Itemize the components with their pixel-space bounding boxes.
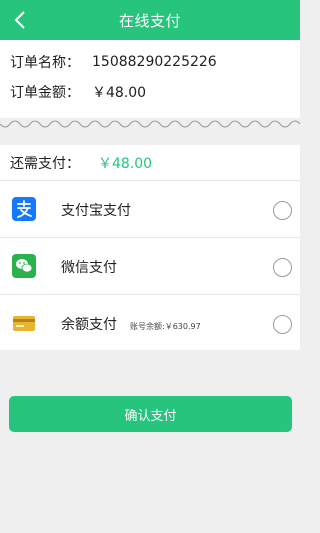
order-name-row: 订单名称： 15088290225226 bbox=[10, 52, 217, 72]
payment-method-label: 微信支付 bbox=[61, 259, 117, 276]
page-title: 在线支付 bbox=[118, 11, 181, 30]
balance-card-icon bbox=[13, 316, 35, 331]
account-balance-text: 账号余额:￥630.97 bbox=[130, 322, 201, 331]
payment-method-balance[interactable]: 余额支付 账号余额:￥630.97 bbox=[0, 296, 300, 352]
radio-wechat[interactable] bbox=[273, 258, 292, 277]
payment-method-alipay[interactable]: 支付宝支付 bbox=[0, 182, 300, 238]
order-info: 订单名称： 15088290225226 订单金额： ￥48.00 bbox=[0, 40, 300, 118]
remaining-value: ￥48.00 bbox=[98, 155, 153, 172]
order-amount-row: 订单金额： ￥48.00 bbox=[10, 82, 146, 102]
payment-method-label: 支付宝支付 bbox=[61, 202, 131, 219]
chevron-left-icon bbox=[14, 11, 25, 29]
payment-method-wechat[interactable]: 微信支付 bbox=[0, 239, 300, 295]
order-amount-value: ￥48.00 bbox=[92, 85, 147, 101]
payment-method-label: 余额支付 bbox=[61, 317, 117, 333]
wechat-icon bbox=[12, 254, 36, 278]
radio-balance[interactable] bbox=[273, 315, 292, 334]
receipt-edge-divider bbox=[0, 118, 300, 136]
header-bar: 在线支付 bbox=[0, 0, 300, 40]
alipay-icon bbox=[12, 197, 36, 221]
order-amount-label: 订单金额： bbox=[10, 85, 80, 101]
order-name-value: 15088290225226 bbox=[92, 54, 217, 70]
payment-section: 还需支付： ￥48.00 支付宝支付 微信支付 余额支付 账号余额:￥630.9… bbox=[0, 145, 300, 350]
confirm-payment-button[interactable]: 确认支付 bbox=[9, 396, 292, 432]
remaining-row: 还需支付： ￥48.00 bbox=[0, 145, 300, 181]
back-button[interactable] bbox=[6, 6, 34, 34]
order-name-label: 订单名称： bbox=[10, 55, 80, 71]
remaining-label: 还需支付： bbox=[10, 155, 80, 172]
radio-alipay[interactable] bbox=[273, 201, 292, 220]
